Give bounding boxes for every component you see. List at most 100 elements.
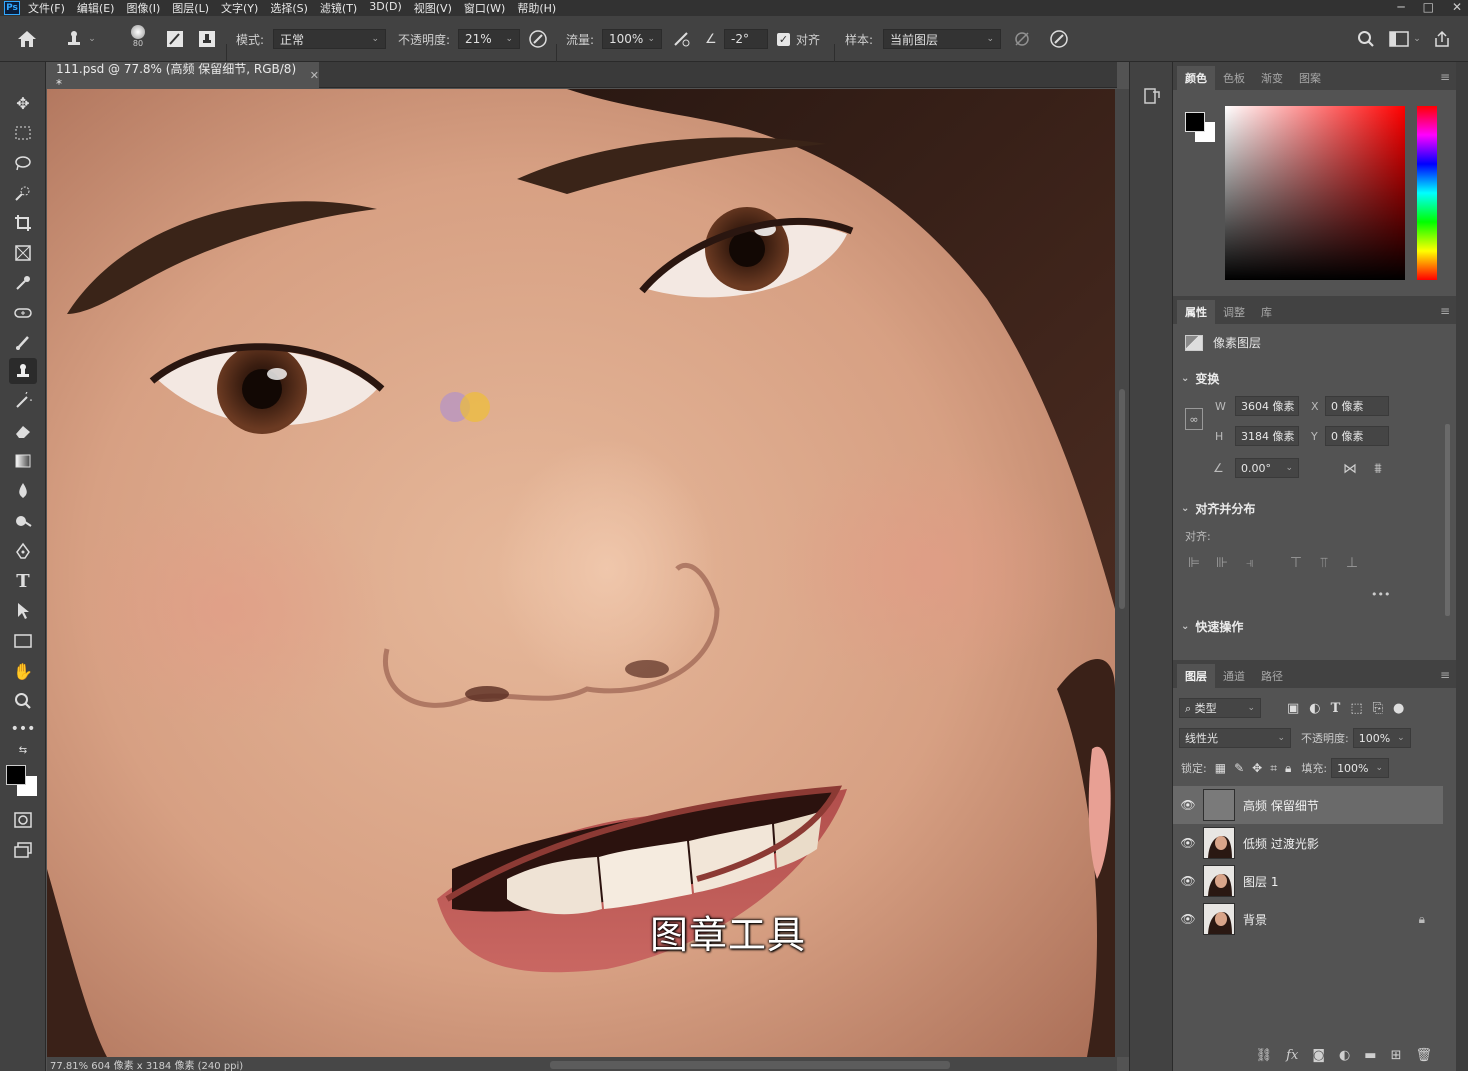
frame-tool-icon[interactable] [9, 240, 37, 266]
align-horizontal-center-icon[interactable]: ⊪ [1213, 554, 1231, 572]
document-canvas[interactable]: 图章工具 [47, 89, 1115, 1057]
flow-input[interactable]: 100% ⌄ [602, 29, 662, 49]
quick-select-tool-icon[interactable] [9, 180, 37, 206]
eyedropper-tool-icon[interactable] [9, 270, 37, 296]
horizontal-scrollbar[interactable] [550, 1061, 950, 1069]
screen-mode-icon[interactable] [9, 837, 37, 863]
menu-window[interactable]: 窗口(W) [464, 0, 505, 16]
aligned-checkbox[interactable]: ✓ 对齐 [777, 27, 820, 51]
tab-libraries[interactable]: 库 [1253, 300, 1280, 324]
properties-scrollbar[interactable] [1445, 424, 1450, 616]
quick-actions-section[interactable]: ⌄ 快速操作 [1181, 618, 1243, 635]
filter-type-icon[interactable]: T [1331, 701, 1341, 716]
hue-slider[interactable] [1417, 106, 1437, 280]
layer-opacity-input[interactable]: 100% ⌄ [1352, 728, 1411, 748]
marquee-tool-icon[interactable] [9, 120, 37, 146]
tab-gradients[interactable]: 渐变 [1253, 66, 1291, 90]
trash-icon[interactable]: 🗑︎ [1415, 1048, 1432, 1063]
menu-file[interactable]: 文件(F) [28, 0, 65, 16]
align-bottom-icon[interactable]: ⊥ [1343, 554, 1361, 572]
menu-3d[interactable]: 3D(D) [369, 0, 402, 16]
angle-input[interactable]: 0.00° ⌄ [1235, 458, 1299, 478]
menu-layer[interactable]: 图层(L) [172, 0, 209, 16]
blend-mode-select[interactable]: 线性光 ⌄ [1179, 728, 1291, 748]
crop-tool-icon[interactable] [9, 210, 37, 236]
maximize-button[interactable]: □ [1423, 0, 1434, 14]
share-icon[interactable] [1430, 27, 1454, 51]
fx-icon[interactable]: fx [1286, 1048, 1298, 1063]
link-icon[interactable]: ⛓︎ [1256, 1048, 1273, 1063]
y-input[interactable]: 0 像素 [1325, 426, 1389, 446]
panel-menu-icon[interactable]: ≡ [1440, 70, 1450, 84]
color-field[interactable] [1225, 106, 1405, 280]
healing-brush-tool-icon[interactable] [9, 300, 37, 326]
document-tab[interactable]: 111.psd @ 77.8% (高频 保留细节, RGB/8) * ✕ [47, 62, 319, 91]
fill-input[interactable]: 100% ⌄ [1331, 758, 1390, 778]
lock-artboard-icon[interactable]: ⌗ [1270, 761, 1277, 776]
lock-all-icon[interactable]: 🔒︎ [1285, 761, 1291, 776]
menu-help[interactable]: 帮助(H) [517, 0, 556, 16]
link-dimensions-icon[interactable]: ∞ [1185, 408, 1203, 430]
minimize-button[interactable]: ─ [1397, 0, 1404, 14]
clone-source-icon[interactable] [196, 27, 218, 51]
lock-position-icon[interactable]: ✥ [1252, 761, 1262, 776]
align-vertical-center-icon[interactable]: ⫪ [1315, 554, 1333, 572]
eye-icon[interactable]: 👁︎ [1173, 798, 1203, 812]
filter-adjustment-icon[interactable]: ◐ [1309, 701, 1320, 716]
transform-section[interactable]: ⌄ 变换 [1181, 370, 1219, 387]
tab-patterns[interactable]: 图案 [1291, 66, 1329, 90]
eraser-tool-icon[interactable] [9, 418, 37, 444]
layer-row[interactable]: 👁︎ 图层 1 [1173, 862, 1443, 900]
close-window-button[interactable]: ✕ [1452, 0, 1462, 14]
more-tools-icon[interactable]: ••• [9, 716, 37, 742]
quick-mask-icon[interactable] [9, 807, 37, 833]
clone-stamp-tool-icon[interactable] [9, 358, 37, 384]
history-brush-tool-icon[interactable] [9, 388, 37, 414]
workspace-icon[interactable]: ⌄ [1386, 27, 1424, 51]
new-layer-icon[interactable]: ⊞ [1391, 1048, 1402, 1063]
zoom-tool-icon[interactable] [9, 688, 37, 714]
gradient-tool-icon[interactable] [9, 448, 37, 474]
panel-menu-icon[interactable]: ≡ [1440, 668, 1450, 682]
eye-icon[interactable]: 👁︎ [1173, 836, 1203, 850]
menu-view[interactable]: 视图(V) [414, 0, 452, 16]
align-left-icon[interactable]: ⊫ [1185, 554, 1203, 572]
layer-row[interactable]: 👁︎ 低频 过渡光影 [1173, 824, 1443, 862]
filter-shape-icon[interactable]: ⬚ [1350, 701, 1362, 716]
mode-select[interactable]: 正常 ⌄ [273, 29, 386, 49]
home-icon[interactable] [14, 27, 40, 51]
layer-row[interactable]: 👁︎ 背景 🔒︎ [1173, 900, 1443, 938]
tab-swatches[interactable]: 色板 [1215, 66, 1253, 90]
sample-select[interactable]: 当前图层 ⌄ [883, 29, 1001, 49]
foreground-color-swatch[interactable] [6, 765, 26, 785]
menu-edit[interactable]: 编辑(E) [77, 0, 115, 16]
filter-toggle-icon[interactable]: ● [1393, 701, 1404, 716]
filter-pixel-icon[interactable]: ▣ [1287, 701, 1299, 716]
ignore-adjustment-layers-icon[interactable] [1011, 27, 1033, 51]
adjustment-icon[interactable]: ◐ [1339, 1048, 1350, 1063]
pressure-opacity-icon[interactable] [527, 27, 549, 51]
brush-settings-icon[interactable] [164, 27, 186, 51]
tab-adjustments[interactable]: 调整 [1215, 300, 1253, 324]
height-input[interactable]: 3184 像素 [1235, 426, 1299, 446]
angle-input[interactable]: -2° [724, 29, 768, 49]
tab-paths[interactable]: 路径 [1253, 664, 1291, 688]
x-input[interactable]: 0 像素 [1325, 396, 1389, 416]
align-right-icon[interactable]: ⫣ [1241, 554, 1259, 572]
menu-select[interactable]: 选择(S) [270, 0, 308, 16]
flip-vertical-icon[interactable]: ⩩ [1369, 460, 1387, 478]
align-top-icon[interactable]: ⊤ [1287, 554, 1305, 572]
swap-colors-icon[interactable]: ⇆ [9, 742, 37, 758]
pressure-size-icon[interactable] [1048, 27, 1070, 51]
foreground-color-chip[interactable] [1185, 112, 1205, 132]
clone-stamp-preset-icon[interactable]: ⌄ [60, 27, 100, 51]
lock-transparent-icon[interactable]: ▦ [1215, 761, 1226, 776]
layer-filter-select[interactable]: ⌕ 类型 ⌄ [1179, 698, 1261, 718]
folder-icon[interactable]: ▬ [1364, 1048, 1376, 1063]
history-panel-icon[interactable] [1142, 86, 1162, 106]
menu-type[interactable]: 文字(Y) [221, 0, 258, 16]
filter-smart-object-icon[interactable]: ⎘ [1373, 701, 1383, 716]
move-tool-icon[interactable]: ✥ [9, 90, 37, 116]
blur-tool-icon[interactable] [9, 478, 37, 504]
layer-row[interactable]: 👁︎ 高频 保留细节 [1173, 786, 1443, 824]
